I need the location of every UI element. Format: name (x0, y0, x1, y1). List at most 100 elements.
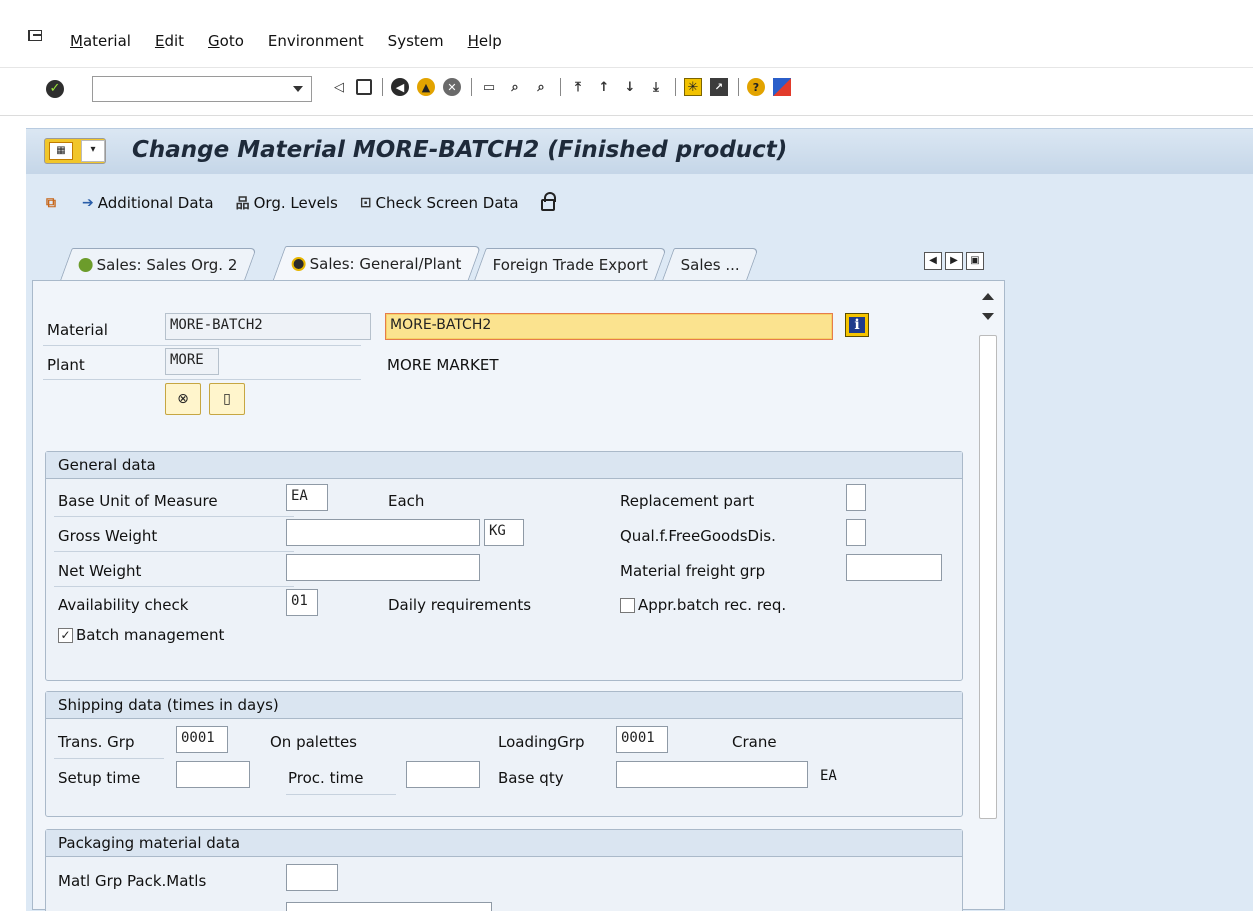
net-weight-input[interactable] (286, 554, 480, 581)
additional-info-button[interactable]: i (845, 313, 869, 337)
batch-management-label: Batch management (76, 626, 225, 644)
plant-description: MORE MARKET (387, 356, 499, 374)
proc-time-input[interactable] (406, 761, 480, 788)
setup-time-input[interactable] (176, 761, 250, 788)
previous-page-icon[interactable]: ↑ (595, 78, 613, 96)
last-page-icon[interactable]: ⤓ (647, 78, 665, 96)
tab-list-icon[interactable]: ▣ (966, 252, 984, 270)
tab-scroll-left-icon[interactable]: ◀ (924, 252, 942, 270)
trans-grp-label: Trans. Grp (58, 733, 135, 751)
chevron-down-icon[interactable] (293, 86, 303, 92)
command-field[interactable] (92, 76, 312, 102)
org-levels-button[interactable]: 品 Org. Levels (236, 193, 338, 213)
info-icon: i (849, 317, 865, 333)
customize-layout-icon[interactable] (773, 78, 791, 96)
find-next-icon[interactable]: ⌕ (532, 78, 550, 96)
find-icon[interactable]: ⌕ (506, 78, 524, 96)
loading-grp-input[interactable]: 0001 (616, 726, 668, 753)
scroll-down-icon[interactable] (982, 313, 994, 320)
tab-panel-sales-general-plant: Material MORE-BATCH2 MORE-BATCH2 i Plant… (32, 280, 1005, 911)
trans-grp-text: On palettes (270, 733, 357, 751)
scroll-thumb[interactable] (979, 335, 997, 819)
material-number-field: MORE-BATCH2 (165, 313, 371, 340)
select-views-button[interactable]: ⧉ (46, 195, 60, 211)
menu-system[interactable]: System (388, 32, 444, 50)
availability-check-label: Availability check (58, 596, 189, 614)
create-session-icon[interactable]: ✳ (684, 78, 702, 96)
plant-label: Plant (47, 356, 85, 374)
packaging-next-input[interactable] (286, 902, 492, 911)
help-icon[interactable]: ? (747, 78, 765, 96)
matl-grp-pack-label: Matl Grp Pack.Matls (58, 872, 207, 890)
menu-bar: Material Edit Goto Environment System He… (0, 0, 1253, 68)
toolbar-separator (675, 78, 676, 96)
row-divider (43, 345, 361, 346)
vertical-scrollbar[interactable] (978, 289, 998, 909)
replacement-part-label: Replacement part (620, 492, 755, 510)
weight-unit-input[interactable]: KG (484, 519, 524, 546)
tab-sales-org-2[interactable]: Sales: Sales Org. 2 (60, 248, 257, 280)
collapse-left-icon[interactable]: ◁ (330, 78, 348, 96)
base-qty-label: Base qty (498, 769, 564, 787)
base-qty-unit: EA (820, 768, 837, 784)
menu-edit[interactable]: Edit (155, 32, 184, 50)
shipping-data-group: Shipping data (times in days) Trans. Grp… (45, 691, 963, 817)
shortcut-icon[interactable]: ↗ (710, 78, 728, 96)
next-page-icon[interactable]: ↓ (621, 78, 639, 96)
shipping-data-title: Shipping data (times in days) (46, 692, 962, 719)
proc-time-label: Proc. time (288, 769, 364, 787)
menu-environment[interactable]: Environment (268, 32, 364, 50)
material-freight-input[interactable] (846, 554, 942, 581)
tab-strip: Sales: Sales Org. 2 Sales: General/Plant… (60, 246, 759, 280)
display-glasses-button[interactable]: ⊗ (165, 383, 201, 415)
qual-free-goods-input[interactable] (846, 519, 866, 546)
enter-check-icon[interactable]: ✓ (46, 80, 64, 98)
page-title: Change Material MORE-BATCH2 (Finished pr… (132, 137, 788, 163)
general-data-title: General data (46, 452, 962, 479)
save-icon[interactable] (356, 79, 372, 95)
document-icon: ▯ (223, 391, 231, 407)
row-divider (286, 794, 396, 795)
material-description-input[interactable]: MORE-BATCH2 (385, 313, 833, 340)
sales-org-icon (78, 257, 93, 272)
menu-button[interactable]: ▦ ▾ (44, 138, 106, 164)
menu-items: Material Edit Goto Environment System He… (70, 32, 526, 50)
exit-icon[interactable]: ▲ (417, 78, 435, 96)
tab-area: Sales: Sales Org. 2 Sales: General/Plant… (26, 230, 1253, 911)
row-divider (54, 586, 294, 587)
tab-sales-more[interactable]: Sales ... (661, 248, 759, 280)
additional-data-button[interactable]: ➔ Additional Data (82, 194, 214, 212)
cancel-icon[interactable]: ✕ (443, 78, 461, 96)
gross-weight-input[interactable] (286, 519, 480, 546)
matl-grp-pack-input[interactable] (286, 864, 338, 891)
menu-material[interactable]: Material (70, 32, 131, 50)
appr-batch-checkbox[interactable] (620, 598, 635, 613)
menu-help[interactable]: Help (468, 32, 502, 50)
base-uom-text: Each (388, 492, 425, 510)
tab-scroll-right-icon[interactable]: ▶ (945, 252, 963, 270)
new-document-button[interactable]: ▯ (209, 383, 245, 415)
first-page-icon[interactable]: ⤒ (569, 78, 587, 96)
check-screen-data-button[interactable]: ⊡ Check Screen Data (360, 194, 519, 212)
packaging-data-group: Packaging material data Matl Grp Pack.Ma… (45, 829, 963, 911)
replacement-part-input[interactable] (846, 484, 866, 511)
menu-goto[interactable]: Goto (208, 32, 244, 50)
row-divider (43, 379, 361, 380)
print-icon[interactable]: ▭ (480, 78, 498, 96)
lock-button[interactable] (540, 192, 556, 211)
back-icon[interactable]: ◀ (391, 78, 409, 96)
material-label: Material (47, 321, 108, 339)
scroll-up-icon[interactable] (982, 293, 994, 300)
appr-batch-label: Appr.batch rec. req. (638, 596, 787, 614)
base-qty-input[interactable] (616, 761, 808, 788)
toolbar-separator (471, 78, 472, 96)
batch-management-checkbox[interactable]: ✓ (58, 628, 73, 643)
menu-expand-icon[interactable] (28, 30, 42, 41)
tab-foreign-trade-export[interactable]: Foreign Trade Export (474, 248, 668, 280)
trans-grp-input[interactable]: 0001 (176, 726, 228, 753)
base-uom-input[interactable]: EA (286, 484, 328, 511)
toolbar-separator (560, 78, 561, 96)
availability-check-input[interactable]: 01 (286, 589, 318, 616)
plant-field: MORE (165, 348, 219, 375)
tab-sales-general-plant[interactable]: Sales: General/Plant (272, 246, 481, 280)
